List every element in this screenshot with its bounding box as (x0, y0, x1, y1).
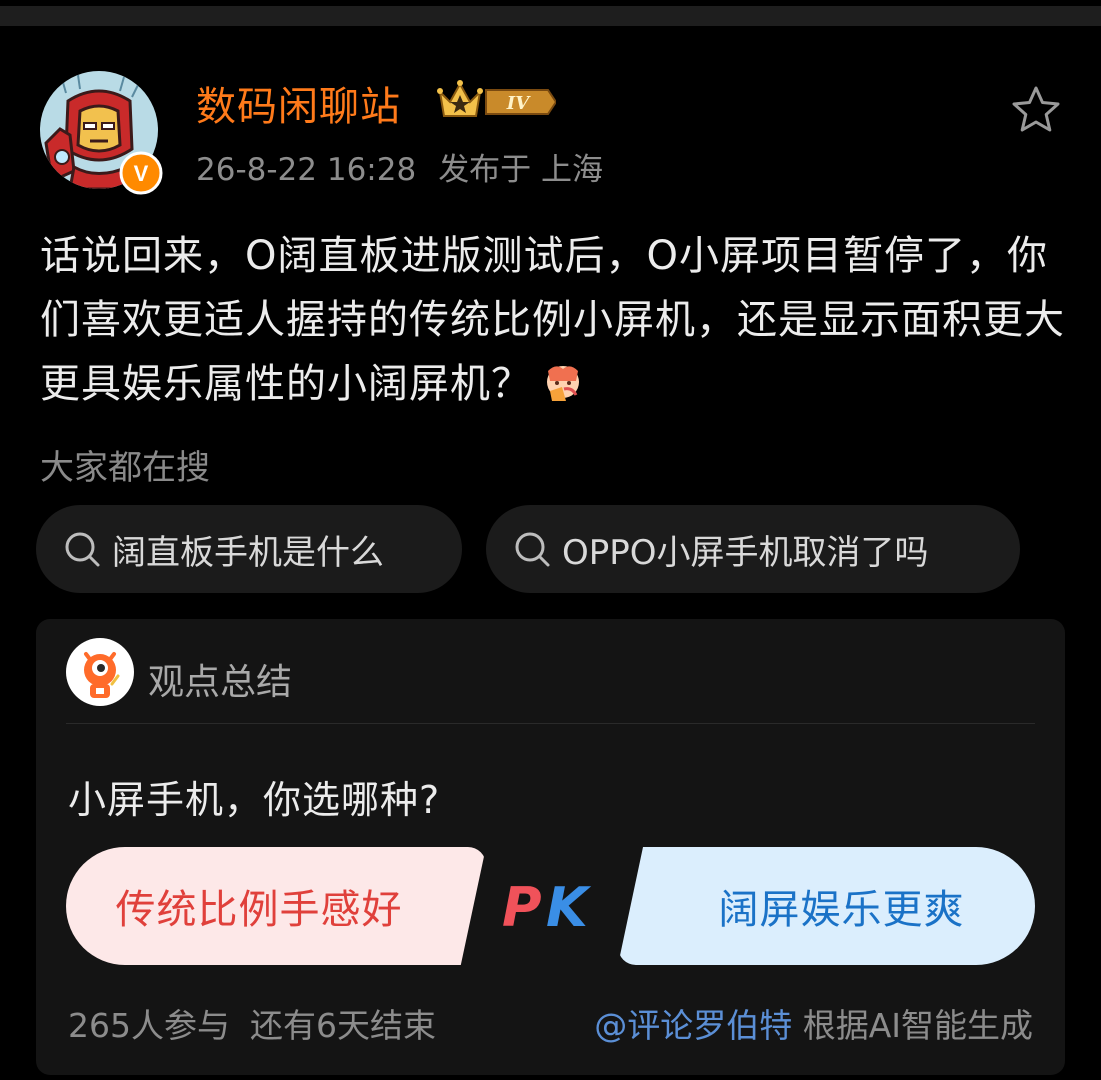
vote-option-left-label: 传统比例手感好 (115, 887, 403, 933)
remaining-time: 还有6天结束 (250, 1006, 436, 1045)
mention-link[interactable]: @评论罗伯特 (594, 1006, 792, 1045)
pk-icon: P K (498, 872, 606, 942)
search-chip-1[interactable]: 阔直板手机是什么 (36, 505, 462, 593)
vote-area: 传统比例手感好 P K 阔屏娱乐更爽 (66, 847, 1035, 965)
post-time: 26-8-22 16:28 (196, 152, 417, 188)
summary-card: 观点总结 小屏手机，你选哪种? 传统比例手感好 P K 阔屏娱乐更爽 265人参… (36, 619, 1065, 1075)
divider (66, 723, 1035, 724)
post-content: 话说回来，O阔直板进版测试后，O小屏项目暂停了，你们喜欢更适人握持的传统比例小屏… (40, 224, 1070, 416)
summary-title: 观点总结 (148, 662, 293, 703)
pk-label-k: K (546, 876, 592, 939)
ai-attribution: @评论罗伯特 根据AI智能生成 (594, 999, 1033, 1047)
search-heading: 大家都在搜 (40, 448, 210, 488)
author-name[interactable]: 数码闲聊站 (196, 74, 401, 132)
vote-option-left[interactable]: 传统比例手感好 (66, 847, 486, 965)
vote-option-right-label: 阔屏娱乐更爽 (718, 887, 965, 933)
crown-level-icon[interactable]: IV (436, 78, 558, 124)
level-badge-text: IV (506, 93, 531, 114)
search-chip-label: 阔直板手机是什么 (112, 532, 384, 573)
participants-count: 265人参与 (68, 1006, 230, 1045)
pk-label-p: P (502, 876, 542, 939)
star-icon (1012, 86, 1060, 132)
search-chip-2[interactable]: OPPO小屏手机取消了吗 (486, 505, 1020, 593)
favorite-button[interactable] (1010, 84, 1062, 136)
search-chip-label: OPPO小屏手机取消了吗 (562, 532, 929, 573)
search-icon (515, 532, 550, 567)
emoji-icon (542, 358, 584, 401)
verified-icon: V (119, 151, 163, 195)
poll-stats: 265人参与 还有6天结束 (68, 999, 436, 1047)
post-location: 发布于 上海 (438, 152, 604, 188)
top-bar (0, 0, 1101, 26)
verified-badge-text: V (134, 161, 149, 186)
vote-option-right[interactable]: 阔屏娱乐更爽 (618, 847, 1035, 965)
poll-question: 小屏手机，你选哪种? (68, 778, 441, 822)
post-meta: 26-8-22 16:28 发布于 上海 (196, 144, 603, 189)
ai-generated-note: 根据AI智能生成 (802, 1006, 1033, 1045)
robot-avatar-icon (66, 638, 134, 706)
search-icon (65, 532, 100, 567)
